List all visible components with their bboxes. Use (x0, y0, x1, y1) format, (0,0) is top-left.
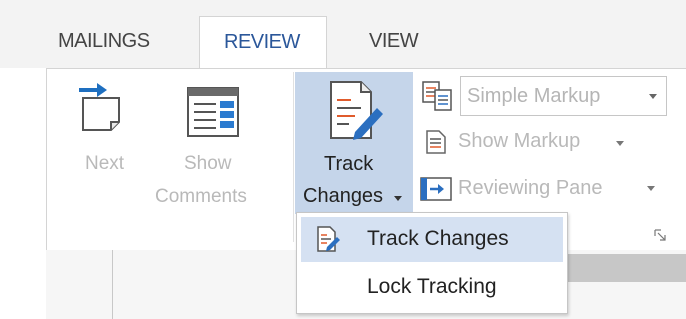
reviewing-pane-button[interactable]: Reviewing Pane (416, 172, 666, 206)
next-comment-icon (79, 83, 120, 131)
show-comments-label-line1: Show (184, 153, 232, 174)
next-comment-button[interactable]: Next (73, 80, 145, 200)
show-markup-icon (426, 130, 446, 154)
show-comments-button[interactable]: Show Comments (152, 80, 276, 210)
track-changes-label-line2: Changes (303, 185, 384, 207)
tab-review-label: REVIEW (224, 31, 300, 53)
chevron-down-icon (394, 196, 402, 201)
ruler-strip (566, 254, 686, 282)
track-changes-button[interactable]: Track Changes (295, 72, 413, 214)
next-label: Next (85, 153, 125, 174)
chevron-down-icon (616, 141, 624, 146)
chevron-down-icon (647, 186, 655, 191)
menu-item-track-changes-label: Track Changes (367, 227, 509, 250)
track-changes-icon (317, 226, 340, 252)
show-markup-button[interactable]: Show Markup (422, 125, 632, 159)
show-markup-label: Show Markup (458, 130, 581, 152)
dialog-launcher-icon[interactable] (654, 229, 666, 241)
display-for-review-icon (422, 81, 452, 111)
track-changes-menu: Track Changes Lock Tracking (296, 212, 568, 314)
menu-item-lock-tracking-label: Lock Tracking (367, 275, 497, 298)
tab-view[interactable]: VIEW (369, 30, 419, 53)
menu-item-track-changes[interactable]: Track Changes (301, 217, 563, 262)
document-margin-line (112, 250, 113, 319)
show-comments-label-line2: Comments (155, 186, 247, 207)
tab-review[interactable]: REVIEW (199, 16, 327, 69)
menu-item-lock-tracking[interactable]: Lock Tracking (301, 266, 563, 311)
track-changes-label-line1: Track (324, 153, 374, 175)
reviewing-pane-label: Reviewing Pane (458, 177, 603, 199)
group-separator (293, 72, 294, 242)
tab-mailings[interactable]: MAILINGS (58, 30, 150, 53)
word-window: MAILINGS REVIEW VIEW Next Show Comments … (0, 0, 686, 319)
show-comments-icon (187, 87, 239, 137)
display-for-review-value: Simple Markup (467, 85, 601, 107)
display-for-review-select[interactable]: Simple Markup (460, 76, 667, 116)
reviewing-pane-icon (420, 177, 452, 201)
track-changes-icon (330, 81, 383, 140)
chevron-down-icon (649, 94, 657, 99)
